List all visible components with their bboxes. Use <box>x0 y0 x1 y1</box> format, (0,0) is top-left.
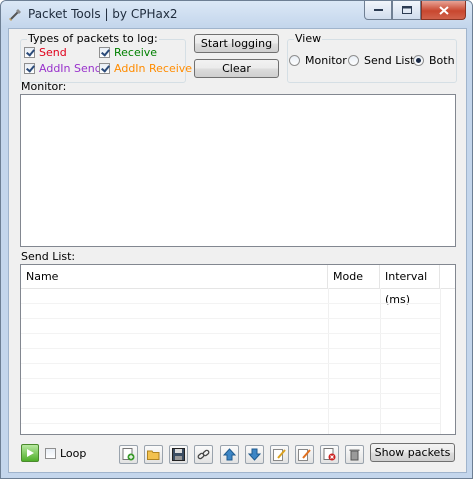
start-logging-button[interactable]: Start logging <box>194 34 279 53</box>
edit-icon <box>273 449 286 461</box>
send-list-header: Name Mode Interval (ms) <box>21 265 455 306</box>
send-list-label: Send List: <box>21 250 76 263</box>
grid-line <box>21 363 440 364</box>
addin-send-checkbox-label: AddIn Send <box>39 62 102 75</box>
app-icon <box>9 9 21 21</box>
move-up-icon <box>223 448 236 461</box>
loop-checkbox-box[interactable] <box>45 448 56 459</box>
column-divider <box>328 288 329 434</box>
save-icon <box>172 448 185 461</box>
title-bar[interactable]: Packet Tools | by CPHax2 <box>1 1 472 27</box>
open-button[interactable] <box>144 445 163 464</box>
column-divider <box>440 288 441 434</box>
trash-icon <box>349 449 360 461</box>
loop-label: Loop <box>60 447 87 460</box>
close-button[interactable] <box>421 1 466 20</box>
addin-send-checkbox-box[interactable] <box>24 63 35 74</box>
window-title: Packet Tools | by CPHax2 <box>28 7 178 21</box>
edit-alt-button[interactable] <box>295 445 314 464</box>
view-sendlist-radio[interactable]: Send List <box>348 54 414 67</box>
column-header-mode[interactable]: Mode <box>328 265 380 288</box>
log-types-label: Types of packets to log: <box>27 32 159 45</box>
grid-line <box>21 318 440 319</box>
edit-button[interactable] <box>270 445 289 464</box>
receive-checkbox[interactable]: Receive <box>99 46 157 59</box>
view-group-label: View <box>294 32 323 45</box>
monitor-label: Monitor: <box>21 80 67 93</box>
receive-checkbox-box[interactable] <box>99 47 110 58</box>
maximize-icon <box>401 6 412 14</box>
move-down-icon <box>248 448 261 461</box>
link-button[interactable] <box>194 445 213 464</box>
grid-line <box>21 423 440 424</box>
column-header-interval[interactable]: Interval (ms) <box>380 265 440 306</box>
delete-button[interactable] <box>320 445 339 464</box>
send-checkbox[interactable]: Send <box>24 46 67 59</box>
addin-send-checkbox[interactable]: AddIn Send <box>24 62 102 75</box>
view-monitor-radio-dot[interactable] <box>289 55 300 66</box>
add-packet-button[interactable] <box>119 445 138 464</box>
grid-line <box>21 348 440 349</box>
grid-line <box>21 333 440 334</box>
maximize-button[interactable] <box>392 1 421 20</box>
play-icon <box>27 449 34 457</box>
save-button[interactable] <box>169 445 188 464</box>
close-icon <box>438 5 449 15</box>
link-icon <box>197 449 210 460</box>
grid-line <box>21 303 440 304</box>
show-packets-button[interactable]: Show packets <box>370 443 455 462</box>
play-button[interactable] <box>21 444 39 462</box>
addin-receive-checkbox[interactable]: AddIn Receive <box>99 62 192 75</box>
move-down-button[interactable] <box>245 445 264 464</box>
minimize-button[interactable] <box>364 1 392 20</box>
loop-checkbox[interactable]: Loop <box>45 447 86 460</box>
send-checkbox-box[interactable] <box>24 47 35 58</box>
view-both-label: Both <box>429 54 455 67</box>
receive-checkbox-label: Receive <box>114 46 158 59</box>
view-both-radio[interactable]: Both <box>413 54 455 67</box>
minimize-icon <box>373 9 383 11</box>
send-checkbox-label: Send <box>39 46 67 59</box>
send-list-table[interactable]: Name Mode Interval (ms) <box>20 264 456 435</box>
open-folder-icon <box>147 450 160 460</box>
grid-line <box>21 393 440 394</box>
grid-line <box>21 408 440 409</box>
view-sendlist-radio-dot[interactable] <box>348 55 359 66</box>
addin-receive-checkbox-label: AddIn Receive <box>114 62 193 75</box>
caption-buttons <box>364 1 466 20</box>
column-header-name[interactable]: Name <box>21 265 328 288</box>
view-sendlist-label: Send List <box>364 54 415 67</box>
monitor-textbox[interactable] <box>20 94 456 247</box>
move-up-button[interactable] <box>220 445 239 464</box>
grid-line <box>21 378 440 379</box>
add-packet-icon <box>122 448 135 461</box>
trash-button[interactable] <box>345 445 364 464</box>
client-area: Types of packets to log: Send Receive Ad… <box>8 28 467 473</box>
app-window: Packet Tools | by CPHax2 Types of packet… <box>0 0 473 479</box>
delete-icon <box>323 448 336 461</box>
column-divider <box>380 288 381 434</box>
addin-receive-checkbox-box[interactable] <box>99 63 110 74</box>
view-both-radio-dot[interactable] <box>413 55 424 66</box>
view-monitor-label: Monitor <box>305 54 347 67</box>
edit-alt-icon <box>298 449 311 461</box>
view-monitor-radio[interactable]: Monitor <box>289 54 347 67</box>
clear-button[interactable]: Clear <box>194 59 279 78</box>
